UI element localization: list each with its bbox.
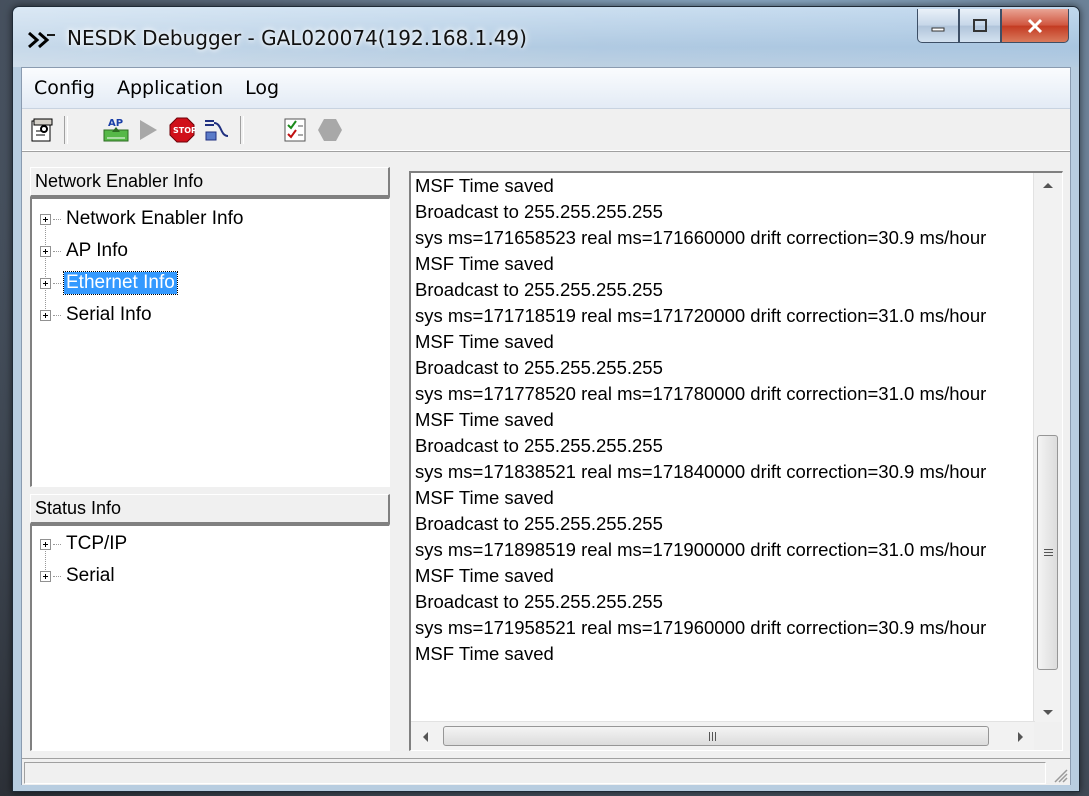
checklist-button[interactable] <box>280 114 312 146</box>
log-line: MSF Time saved <box>415 565 554 586</box>
client-area: Config Application Log AP STOP Network E… <box>21 67 1071 785</box>
app-window: NESDK Debugger - GAL020074(192.168.1.49)… <box>12 6 1080 792</box>
log-line: MSF Time saved <box>415 643 554 664</box>
tree-dots <box>53 543 61 545</box>
toolbar-separator <box>64 116 68 144</box>
log-line: Broadcast to 255.255.255.255 <box>415 357 663 378</box>
minimize-button[interactable] <box>917 9 959 43</box>
title-bar[interactable]: NESDK Debugger - GAL020074(192.168.1.49) <box>13 7 1079 67</box>
tree-item-serial-info[interactable]: Serial Info <box>40 303 154 327</box>
vertical-scrollbar[interactable] <box>1033 173 1062 725</box>
toolbar: AP STOP <box>22 110 1070 151</box>
tree-dots <box>53 250 61 252</box>
log-line: sys ms=171718519 real ms=171720000 drift… <box>415 305 987 326</box>
scroll-right-icon[interactable] <box>1017 731 1025 743</box>
tree-item-label: Serial Info <box>66 304 152 325</box>
status-tree[interactable]: TCP/IP Serial <box>30 524 390 751</box>
svg-text:STOP: STOP <box>173 126 196 135</box>
log-line: Broadcast to 255.255.255.255 <box>415 513 663 534</box>
log-line: MSF Time saved <box>415 409 554 430</box>
caption-buttons <box>917 9 1069 45</box>
play-icon <box>140 120 157 140</box>
tree-item-network-enabler-info[interactable]: Network Enabler Info <box>40 207 245 231</box>
log-line: sys ms=171958521 real ms=171960000 drift… <box>415 617 987 638</box>
menu-application[interactable]: Application <box>107 77 233 99</box>
properties-button[interactable] <box>26 114 58 146</box>
app-icon <box>28 31 55 49</box>
menu-bar: Config Application Log <box>22 68 1070 109</box>
connect-icon <box>205 120 229 141</box>
vertical-scroll-thumb[interactable] <box>1037 435 1058 670</box>
grip-icon <box>709 732 718 741</box>
ap-load-button[interactable]: AP <box>100 114 132 146</box>
resize-grip-icon[interactable] <box>1050 765 1068 783</box>
tree-item-serial[interactable]: Serial <box>40 564 117 588</box>
log-line: MSF Time saved <box>415 253 554 274</box>
status-panel-header[interactable]: Status Info <box>30 494 390 524</box>
log-line: MSF Time saved <box>415 487 554 508</box>
status-pane <box>24 762 1046 784</box>
hexagon-button[interactable] <box>314 114 346 146</box>
tree-item-label: AP Info <box>66 240 128 261</box>
tree-dots <box>53 314 61 316</box>
tree-connector <box>45 219 46 315</box>
play-button[interactable] <box>132 114 164 146</box>
horizontal-scroll-thumb[interactable] <box>443 726 989 746</box>
tree-item-label: Network Enabler Info <box>66 208 244 229</box>
tree-item-label: Serial <box>66 565 115 586</box>
ap-load-icon: AP <box>103 118 129 142</box>
tree-dots <box>53 218 61 220</box>
tree-dots <box>53 282 61 284</box>
properties-icon <box>31 118 53 142</box>
tree-item-tcp-ip[interactable]: TCP/IP <box>40 532 129 556</box>
network-panel-header[interactable]: Network Enabler Info <box>30 167 390 197</box>
status-bar <box>22 758 1070 785</box>
expand-icon[interactable] <box>40 213 51 225</box>
network-tree[interactable]: Network Enabler Info AP Info Ethernet In… <box>30 197 390 487</box>
checklist-icon <box>284 118 306 142</box>
hexagon-icon <box>318 119 342 141</box>
menu-log[interactable]: Log <box>235 77 289 99</box>
expand-icon[interactable] <box>40 245 51 257</box>
svg-text:AP: AP <box>108 118 123 129</box>
expand-icon[interactable] <box>40 277 51 289</box>
tree-item-label: TCP/IP <box>66 533 128 554</box>
scroll-left-icon[interactable] <box>421 731 429 743</box>
log-line: Broadcast to 255.255.255.255 <box>415 201 663 222</box>
log-line: sys ms=171898519 real ms=171900000 drift… <box>415 539 987 560</box>
tree-dots <box>53 575 61 577</box>
window-title: NESDK Debugger - GAL020074(192.168.1.49) <box>67 26 527 50</box>
tree-item-ap-info[interactable]: AP Info <box>40 239 130 263</box>
maximize-icon <box>973 18 987 32</box>
log-lines: MSF Time saved Broadcast to 255.255.255.2… <box>415 173 1035 667</box>
maximize-button[interactable] <box>959 9 1001 43</box>
log-line: sys ms=171778520 real ms=171780000 drift… <box>415 383 987 404</box>
grip-icon <box>1044 549 1053 558</box>
close-button[interactable] <box>1001 9 1069 43</box>
log-line: MSF Time saved <box>415 331 554 352</box>
toolbar-separator <box>240 116 244 144</box>
expand-icon[interactable] <box>40 309 51 321</box>
minimize-icon <box>931 27 945 31</box>
scroll-corner <box>1034 722 1062 750</box>
log-output[interactable]: MSF Time saved Broadcast to 255.255.255.2… <box>409 171 1063 751</box>
scroll-up-icon[interactable] <box>1042 181 1054 189</box>
connect-button[interactable] <box>200 114 232 146</box>
stop-button[interactable]: STOP <box>166 114 198 146</box>
log-line: MSF Time saved <box>415 175 554 196</box>
horizontal-scrollbar[interactable] <box>411 721 1035 750</box>
close-icon <box>1027 18 1043 33</box>
log-line: Broadcast to 255.255.255.255 <box>415 591 663 612</box>
expand-icon[interactable] <box>40 570 51 582</box>
tree-item-label: Ethernet Info <box>63 271 178 295</box>
log-line: sys ms=171658523 real ms=171660000 drift… <box>415 227 987 248</box>
log-line: sys ms=171838521 real ms=171840000 drift… <box>415 461 987 482</box>
log-line: Broadcast to 255.255.255.255 <box>415 435 663 456</box>
stop-icon: STOP <box>169 117 196 143</box>
menu-config[interactable]: Config <box>24 77 105 99</box>
tree-item-ethernet-info[interactable]: Ethernet Info <box>40 271 178 295</box>
expand-icon[interactable] <box>40 538 51 550</box>
log-line: Broadcast to 255.255.255.255 <box>415 279 663 300</box>
scroll-down-icon[interactable] <box>1042 709 1054 717</box>
